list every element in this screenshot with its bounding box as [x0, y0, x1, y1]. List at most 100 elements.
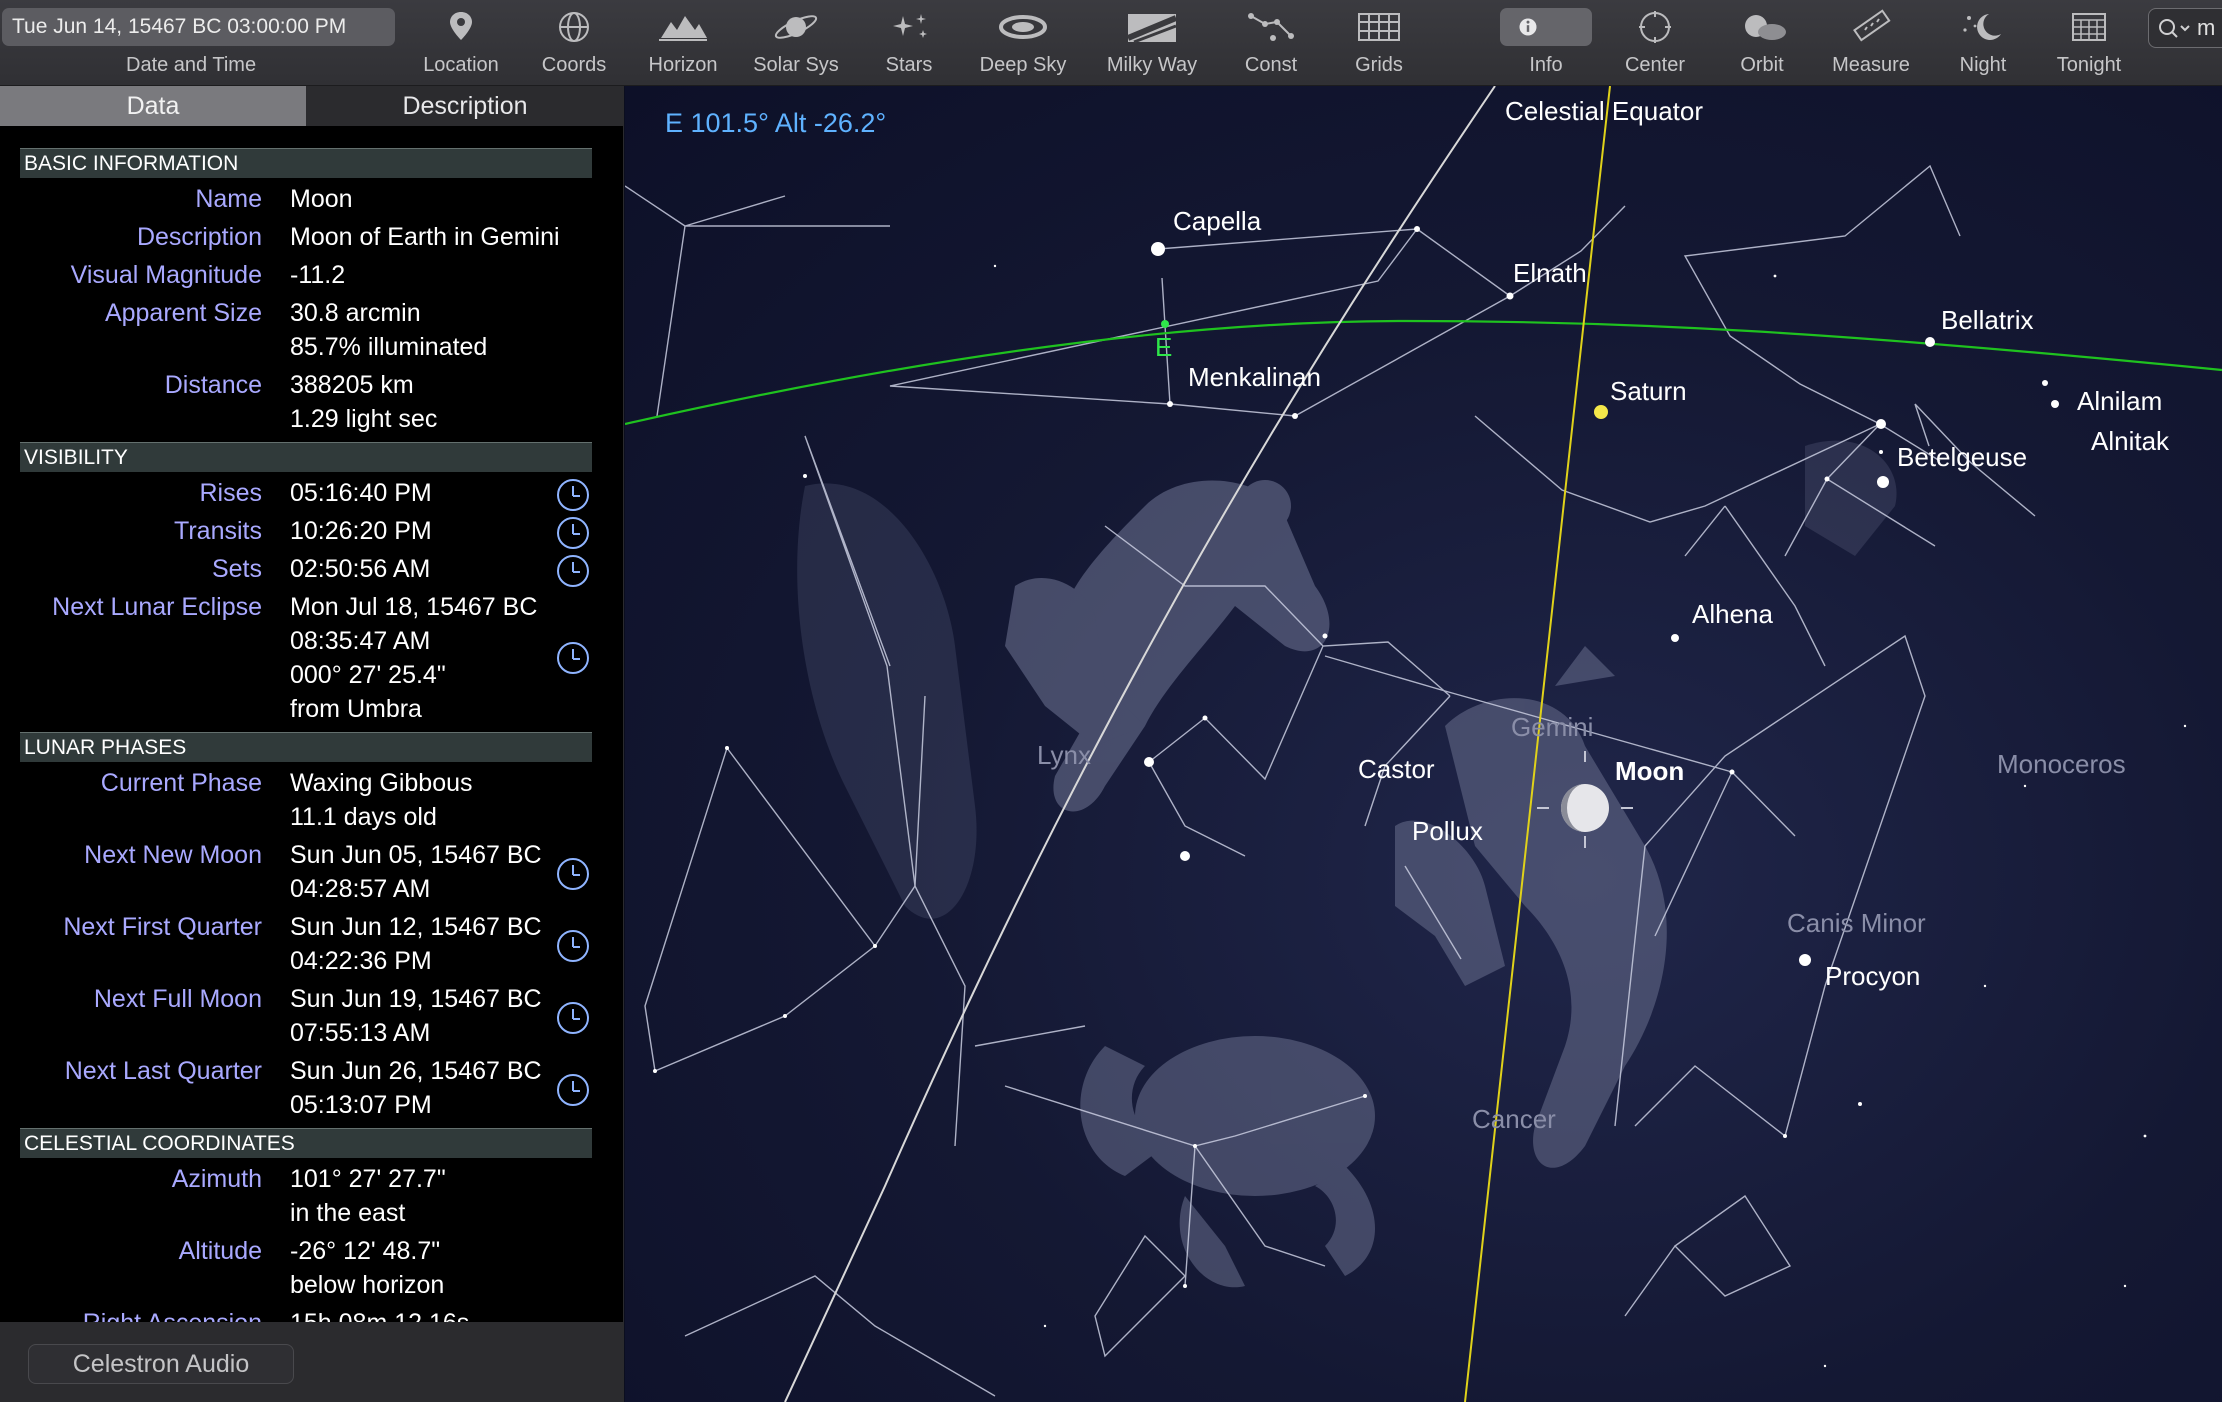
- coords-icon: [546, 8, 602, 46]
- altitude-value: -26° 12' 48.7": [290, 1237, 441, 1265]
- location-label: Location: [423, 54, 499, 76]
- grids-label: Grids: [1355, 54, 1403, 76]
- canis-minor-label[interactable]: Canis Minor: [1787, 908, 1926, 939]
- ecliptic-east-label: E: [1155, 332, 1173, 362]
- next-new-moon-date: Sun Jun 05, 15467 BC: [290, 841, 542, 869]
- eclipse-time: 08:35:47 AM: [290, 627, 431, 655]
- tab-description[interactable]: Description: [306, 86, 624, 126]
- pollux-label[interactable]: Pollux: [1412, 816, 1483, 847]
- altitude-label: Altitude: [178, 1237, 262, 1265]
- calendar-icon: [2061, 8, 2117, 46]
- panel-tabs: Data Description: [0, 86, 624, 126]
- deep-sky-button[interactable]: Deep Sky: [975, 0, 1071, 84]
- distance-ls-value: 1.29 light sec: [290, 405, 438, 433]
- apparent-size-label: Apparent Size: [104, 299, 262, 327]
- menkalinan-label[interactable]: Menkalinan: [1188, 362, 1321, 393]
- azimuth-label: Azimuth: [171, 1165, 262, 1193]
- stars-icon: [881, 8, 937, 46]
- procyon-label[interactable]: Procyon: [1825, 961, 1920, 992]
- elnath-label[interactable]: Elnath: [1513, 258, 1587, 289]
- cancer-label[interactable]: Cancer: [1472, 1104, 1556, 1135]
- next-last-quarter-date: Sun Jun 26, 15467 BC: [290, 1057, 542, 1085]
- next-first-quarter-date: Sun Jun 12, 15467 BC: [290, 913, 542, 941]
- next-first-quarter-time: 04:22:36 PM: [290, 947, 432, 975]
- milky-way-label: Milky Way: [1106, 54, 1198, 76]
- orbit-icon: [1734, 8, 1790, 46]
- capella-label[interactable]: Capella: [1173, 206, 1261, 237]
- horizon-label: Horizon: [648, 54, 718, 76]
- center-button[interactable]: Center: [1614, 0, 1696, 84]
- last-quarter-clock-icon[interactable]: [557, 1074, 589, 1106]
- alhena-label[interactable]: Alhena: [1692, 599, 1773, 630]
- magnitude-value: -11.2: [290, 261, 346, 289]
- coords-button[interactable]: Coords: [533, 0, 615, 84]
- stars-button[interactable]: Stars: [868, 0, 950, 84]
- full-moon-clock-icon[interactable]: [557, 1002, 589, 1034]
- eclipse-clock-icon[interactable]: [557, 642, 589, 674]
- transits-label: Transits: [174, 517, 262, 545]
- grids-button[interactable]: Grids: [1338, 0, 1420, 84]
- eclipse-label: Next Lunar Eclipse: [52, 593, 262, 621]
- eclipse-source: from Umbra: [290, 695, 422, 723]
- milky-way-button[interactable]: Milky Way: [1100, 0, 1204, 84]
- cursor-coordinates-readout: E 101.5° Alt -26.2°: [665, 108, 887, 138]
- sky-view[interactable]: E 101.5° Alt -26.2° E Celestial Equator …: [625, 86, 2222, 1402]
- alnilam-label[interactable]: Alnilam: [2077, 386, 2162, 417]
- tonight-button[interactable]: Tonight: [2046, 0, 2132, 84]
- castor-label[interactable]: Castor: [1358, 754, 1435, 785]
- pollux-star: [1180, 851, 1190, 861]
- horizon-button[interactable]: Horizon: [642, 0, 724, 84]
- solar-sys-button[interactable]: Solar Sys: [753, 0, 839, 84]
- saturn-label[interactable]: Saturn: [1610, 376, 1687, 407]
- name-value: Moon: [290, 185, 353, 213]
- datetime-label: Date and Time: [126, 54, 257, 76]
- tab-data[interactable]: Data: [0, 86, 306, 126]
- betelgeuse-label[interactable]: Betelgeuse: [1897, 442, 2027, 473]
- night-button[interactable]: Night: [1942, 0, 2024, 84]
- section-celestial-coordinates: CELESTIAL COORDINATES: [20, 1128, 592, 1158]
- current-phase-label: Current Phase: [100, 769, 262, 797]
- const-button[interactable]: Const: [1230, 0, 1312, 84]
- first-quarter-clock-icon[interactable]: [557, 930, 589, 962]
- next-full-moon-label: Next Full Moon: [93, 985, 262, 1013]
- saturn-planet: [1594, 405, 1608, 419]
- ruler-icon: [1843, 8, 1899, 46]
- next-last-quarter-label: Next Last Quarter: [64, 1057, 262, 1085]
- grid-icon: [1351, 8, 1407, 46]
- castor-star: [1144, 757, 1154, 767]
- info-scroll-area[interactable]: BASIC INFORMATION Name Moon Description …: [0, 126, 624, 1402]
- orbit-label: Orbit: [1740, 54, 1784, 76]
- rises-value: 05:16:40 PM: [290, 479, 432, 507]
- rises-label: Rises: [199, 479, 262, 507]
- distance-label: Distance: [164, 371, 262, 399]
- location-button[interactable]: Location: [420, 0, 502, 84]
- info-button[interactable]: Info: [1500, 0, 1592, 84]
- measure-button[interactable]: Measure: [1828, 0, 1914, 84]
- new-moon-clock-icon[interactable]: [557, 858, 589, 890]
- procyon-star: [1799, 954, 1811, 966]
- moon-label[interactable]: Moon: [1615, 756, 1684, 787]
- ecliptic-line: [625, 319, 2222, 426]
- next-full-moon-time: 07:55:13 AM: [290, 1019, 431, 1047]
- constellation-lines: [625, 164, 2036, 1397]
- info-label: Info: [1529, 54, 1563, 76]
- alnitak-label[interactable]: Alnitak: [2091, 426, 2169, 457]
- celestial-equator-label[interactable]: Celestial Equator: [1505, 96, 1703, 127]
- celestron-audio-button[interactable]: Celestron Audio: [28, 1344, 294, 1384]
- eclipse-distance: 000° 27' 25.4": [290, 661, 446, 689]
- orbit-button[interactable]: Orbit: [1721, 0, 1803, 84]
- sets-clock-icon[interactable]: [557, 555, 589, 587]
- search-icon: [2159, 19, 2190, 38]
- datetime-field[interactable]: Tue Jun 14, 15467 BC 03:00:00 PM: [2, 8, 395, 46]
- bellatrix-star: [1925, 337, 1935, 347]
- bellatrix-label[interactable]: Bellatrix: [1941, 305, 2033, 336]
- transits-clock-icon[interactable]: [557, 517, 589, 549]
- galaxy-icon: [995, 8, 1051, 46]
- monoceros-label[interactable]: Monoceros: [1997, 749, 2126, 780]
- lynx-label[interactable]: Lynx: [1037, 740, 1091, 771]
- rises-clock-icon[interactable]: [557, 479, 589, 511]
- toolbar: Tue Jun 14, 15467 BC 03:00:00 PM Date an…: [0, 0, 2222, 86]
- gemini-label[interactable]: Gemini: [1511, 712, 1593, 743]
- search-field[interactable]: m: [2148, 8, 2222, 48]
- coords-label: Coords: [541, 54, 607, 76]
